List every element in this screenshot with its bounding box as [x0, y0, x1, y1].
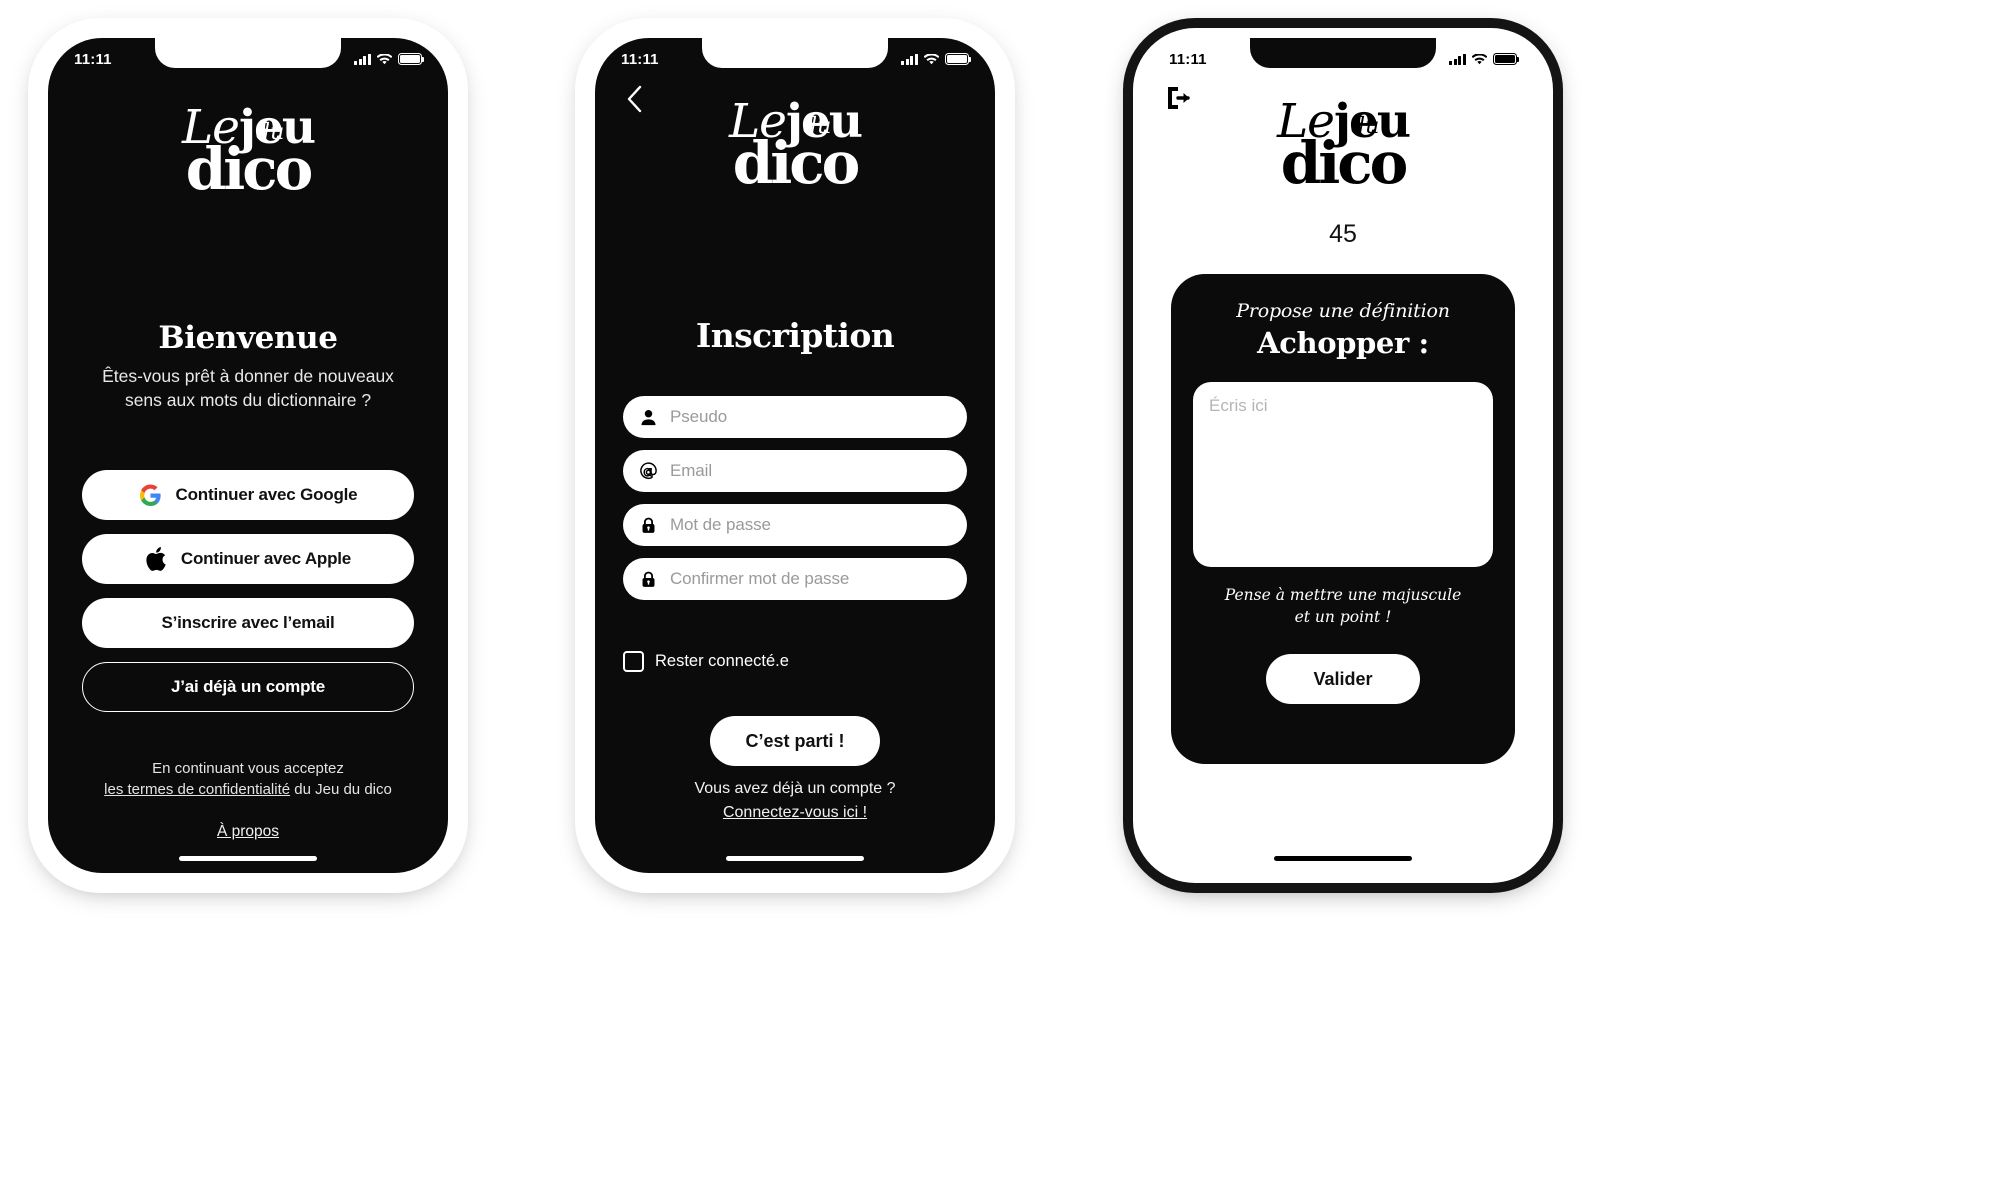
status-time: 11:11 [74, 50, 112, 68]
screenshot-stage: 11:11 Lejeu dico du Bienvenue Êtes-vous … [0, 0, 2000, 1190]
status-time: 11:11 [1169, 50, 1207, 68]
confirm-password-placeholder: Confirmer mot de passe [670, 569, 850, 588]
logo-line-2: dico du [1143, 116, 1543, 193]
apple-button-label: Continuer avec Apple [180, 549, 352, 568]
stay-connected-label: Rester connecté.e [655, 652, 789, 670]
logo-line-2: dico du [595, 116, 995, 193]
hint-line-2: et un point ! [1294, 607, 1392, 626]
signup-title: Inscription [695, 316, 895, 355]
lock-icon [639, 570, 658, 589]
chevron-left-icon [626, 85, 643, 118]
about-link[interactable]: À propos [48, 823, 448, 841]
validate-button[interactable]: Valider [1266, 654, 1420, 705]
definition-textarea[interactable]: Écris ici [1193, 382, 1493, 567]
wifi-icon [377, 53, 392, 65]
wifi-icon [924, 53, 939, 65]
already-have-account-button[interactable]: J’ai déjà un compte [82, 662, 414, 712]
signup-footer: Vous avez déjà un compte ? Connectez-vou… [595, 777, 995, 825]
auth-button-stack: Continuer avec Google Continuer avec App… [82, 470, 414, 712]
device-notch [1250, 38, 1436, 68]
signup-submit-label: C’est parti ! [745, 730, 845, 751]
email-placeholder: Email [670, 461, 713, 480]
wifi-icon [1472, 53, 1487, 65]
exit-icon [1165, 87, 1193, 116]
logo-line-2: dico du [48, 122, 448, 199]
lock-icon [639, 516, 658, 535]
definition-hint: Pense à mettre une majuscule et un point… [1225, 585, 1462, 628]
battery-icon [398, 53, 425, 65]
stay-connected-checkbox[interactable] [623, 651, 644, 672]
definition-placeholder: Écris ici [1209, 396, 1268, 415]
confirm-password-input[interactable]: Confirmer mot de passe [623, 558, 967, 600]
signal-bars-icon [354, 53, 371, 65]
signal-bars-icon [1449, 53, 1466, 65]
definition-word: Achopper : [1257, 326, 1429, 360]
email-input[interactable]: Email [623, 450, 967, 492]
signup-email-button-label: S’inscrire avec l’email [161, 613, 335, 632]
logo-dico: dico [185, 135, 314, 204]
definition-card: Propose une définition Achopper : Écris … [1171, 274, 1515, 764]
signup-submit-button[interactable]: C’est parti ! [710, 716, 880, 766]
pseudo-input[interactable]: Pseudo [623, 396, 967, 438]
pseudo-placeholder: Pseudo [670, 407, 728, 426]
logo-du: du [803, 114, 832, 140]
signup-form: Pseudo Email Mot de passe Confirmer mot … [623, 396, 967, 600]
home-indicator [726, 856, 864, 861]
at-icon [639, 461, 658, 481]
score-counter: 45 [1329, 220, 1357, 248]
continue-with-apple-button[interactable]: Continuer avec Apple [82, 534, 414, 584]
welcome-legal-footer: En continuant vous acceptez les termes d… [78, 758, 418, 802]
app-logo: Lejeu dico du [48, 104, 448, 199]
welcome-subtitle: Êtes-vous prêt à donner de nouveaux sens… [102, 366, 394, 410]
google-icon [139, 483, 162, 507]
legal-tail: du Jeu du dico [290, 781, 392, 799]
signup-with-email-button[interactable]: S’inscrire avec l’email [82, 598, 414, 648]
continue-with-google-button[interactable]: Continuer avec Google [82, 470, 414, 520]
screen-welcome: 11:11 Lejeu dico du Bienvenue Êtes-vous … [48, 38, 448, 873]
logo-du: du [256, 120, 285, 146]
phone-mockup-signup: 11:11 Lejeu dico du Inscription Pseudo E… [585, 28, 1005, 883]
already-account-button-label: J’ai déjà un compte [171, 677, 325, 696]
password-input[interactable]: Mot de passe [623, 504, 967, 546]
validate-button-label: Valider [1313, 668, 1373, 689]
device-notch [702, 38, 888, 68]
screen-game: 11:11 Lejeu dico du 45 Propose une défin… [1143, 38, 1543, 873]
device-notch [155, 38, 341, 68]
exit-button[interactable] [1165, 84, 1195, 114]
signal-bars-icon [901, 53, 918, 65]
logo-du: du [1351, 114, 1380, 140]
welcome-title: Bienvenue [158, 320, 338, 356]
home-indicator [1274, 856, 1412, 861]
phone-mockup-game: 11:11 Lejeu dico du 45 Propose une défin… [1133, 28, 1553, 883]
privacy-terms-link[interactable]: les termes de confidentialité [104, 781, 290, 798]
logo-dico: dico [1280, 129, 1409, 198]
app-logo: Lejeu dico du [595, 98, 995, 193]
status-icons [901, 53, 972, 65]
back-button[interactable] [619, 85, 649, 118]
person-icon [639, 408, 658, 427]
logo-dico: dico [732, 129, 861, 198]
status-icons [354, 53, 425, 65]
app-logo: Lejeu dico du [1143, 98, 1543, 193]
status-icons [1449, 53, 1520, 65]
google-button-label: Continuer avec Google [175, 485, 358, 504]
status-time: 11:11 [621, 50, 659, 68]
login-link[interactable]: Connectez-vous ici ! [723, 801, 867, 825]
definition-prompt: Propose une définition [1236, 300, 1450, 322]
battery-icon [1493, 53, 1520, 65]
stay-connected-checkbox-row[interactable]: Rester connecté.e [623, 651, 789, 672]
apple-icon [145, 546, 167, 572]
screen-signup: 11:11 Lejeu dico du Inscription Pseudo E… [595, 38, 995, 873]
hint-line-1: Pense à mettre une majuscule [1224, 586, 1462, 604]
phone-mockup-welcome: 11:11 Lejeu dico du Bienvenue Êtes-vous … [38, 28, 458, 883]
signup-footer-question: Vous avez déjà un compte ? [694, 780, 896, 797]
legal-line-2: les termes de confidentialité du Jeu du … [78, 779, 418, 801]
password-placeholder: Mot de passe [670, 515, 771, 534]
legal-line-1: En continuant vous acceptez [152, 759, 344, 777]
home-indicator [179, 856, 317, 861]
battery-icon [945, 53, 972, 65]
